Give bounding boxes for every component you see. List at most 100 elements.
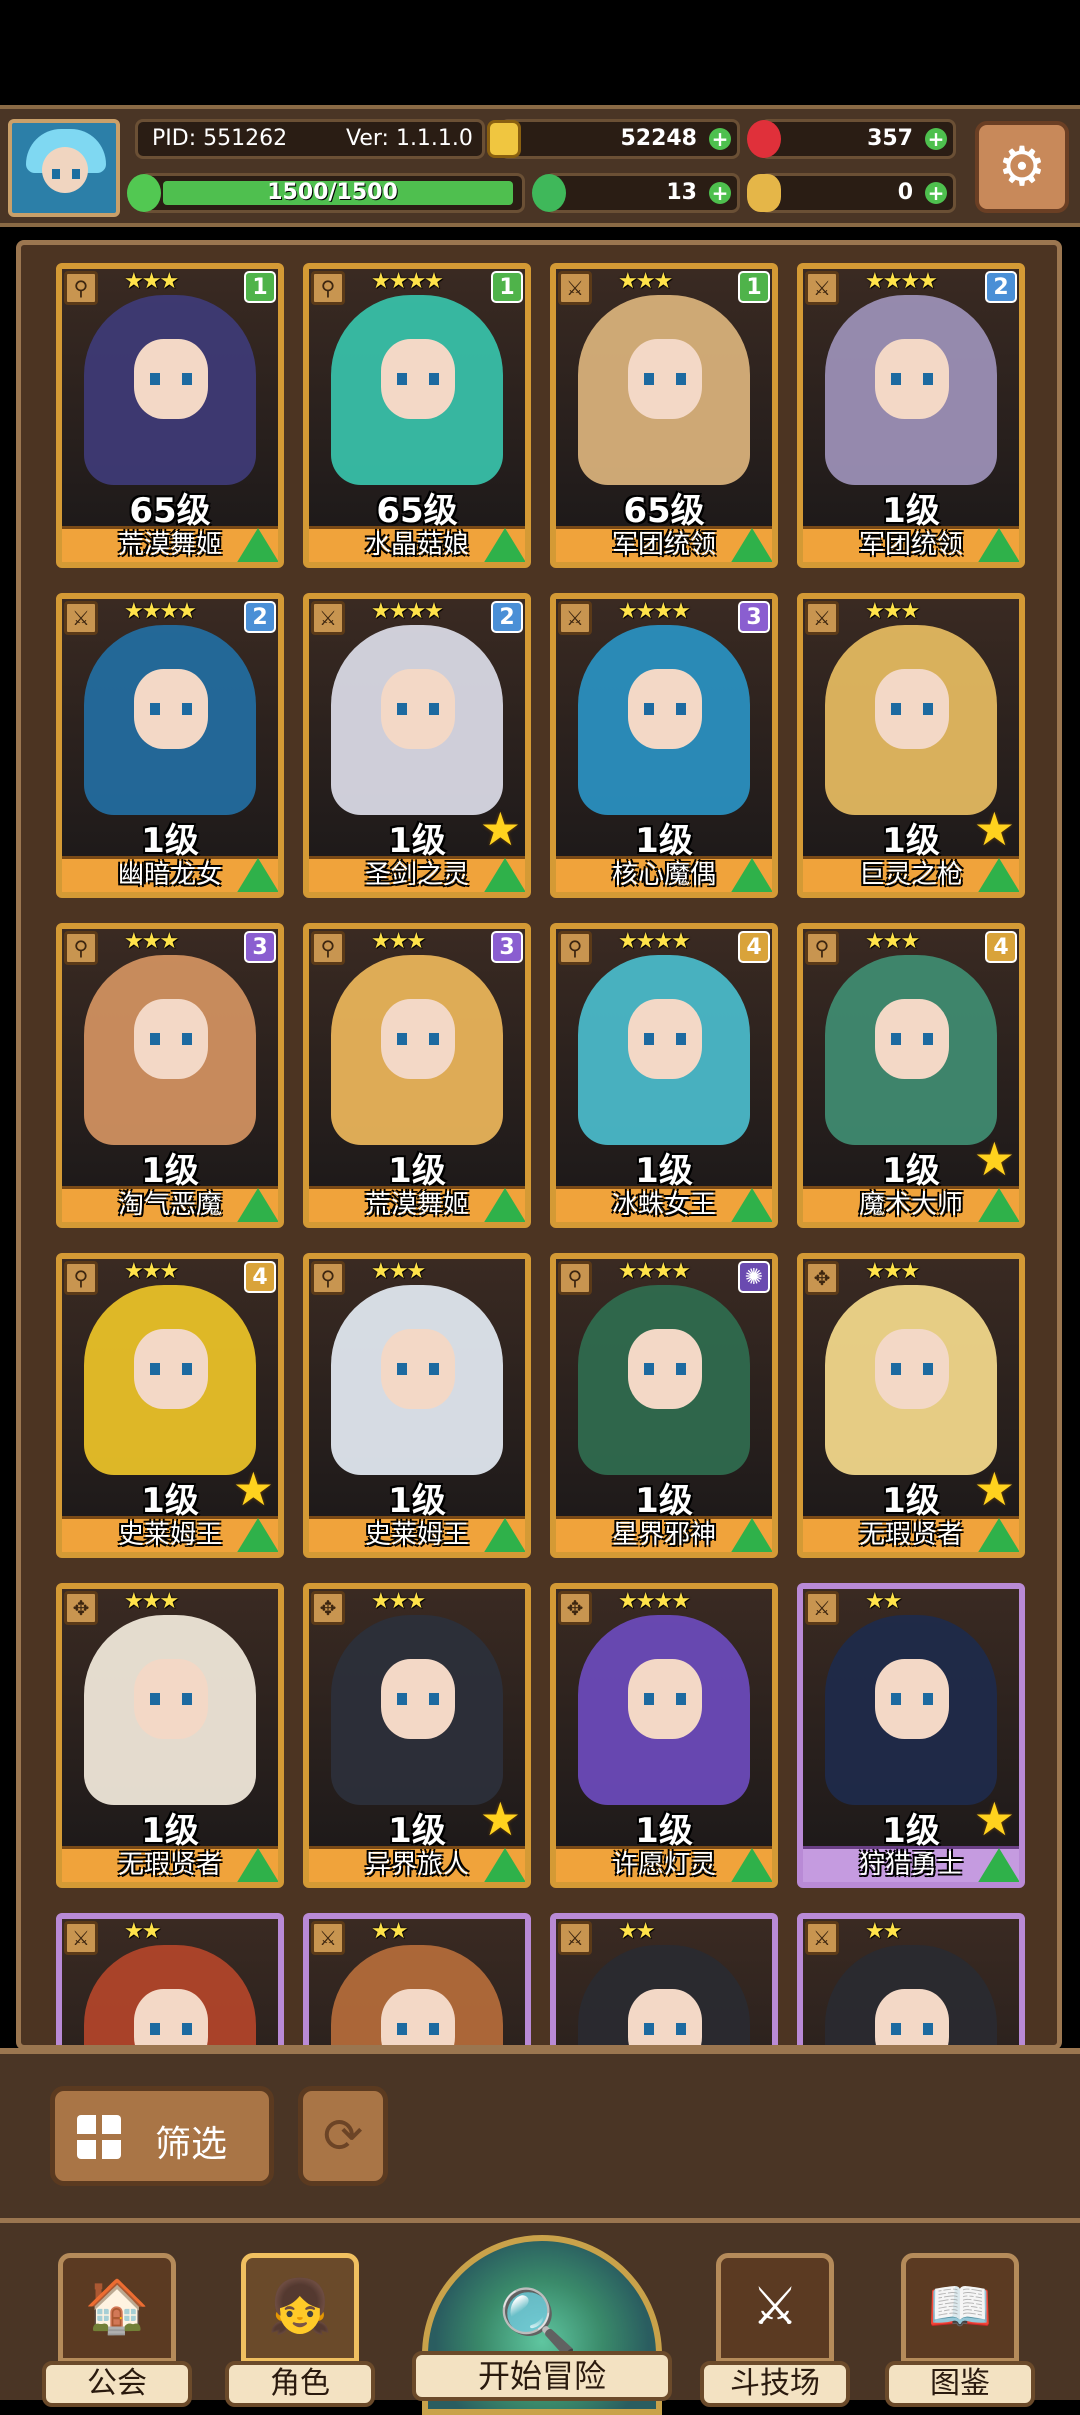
player-info-pill: PID: 551262 Ver: 1.1.1.0 (135, 119, 485, 159)
character-card[interactable]: ⚔ ★★ 1级 ★ 狩猎勇士 (797, 1583, 1025, 1888)
portrait-eye (397, 373, 407, 385)
character-card[interactable]: ✥ ★★★★ 1级 许愿灯灵 (550, 1583, 778, 1888)
guild-house-icon: 🏠 (84, 2277, 150, 2337)
avatar-eye (72, 169, 80, 179)
rarity-stars: ★★★ (124, 269, 179, 294)
character-card[interactable]: ⚲ ★★★ 3 1级 淘气恶魔 (56, 923, 284, 1228)
character-girl-icon: 👧 (267, 2277, 333, 2337)
rank-badge: ✺ (738, 1261, 770, 1293)
portrait-eye (397, 1693, 407, 1705)
character-card[interactable]: ⚲ ★★★★ 4 1级 冰蛛女王 (550, 923, 778, 1228)
character-card[interactable]: ⚲ ★★★★ ✺ 1级 星界邪神 (550, 1253, 778, 1558)
portrait-face (134, 339, 208, 419)
add-gem-button[interactable]: + (925, 128, 947, 150)
add-key-button[interactable]: + (925, 182, 947, 204)
rarity-stars: ★★★ (124, 1259, 179, 1284)
upgrade-arrow-icon (483, 858, 525, 892)
nav-arena[interactable]: ⚔ 斗技场 (700, 2253, 850, 2407)
character-card[interactable]: ⚔ ★★ (550, 1913, 778, 2045)
energy-value: 1500/1500 (267, 180, 398, 205)
rank-badge: 1 (738, 271, 770, 303)
rarity-stars: ★★★★ (618, 1589, 691, 1614)
filter-button[interactable]: 筛选 (50, 2086, 274, 2186)
nav-start-adventure[interactable]: 🔍 开始冒险 (412, 2223, 672, 2415)
rarity-stars: ★★ (124, 1919, 161, 1944)
character-card[interactable]: ⚲ ★★★ 3 1级 荒漠舞姬 (303, 923, 531, 1228)
staff-icon: ⚲ (558, 931, 592, 965)
gear-icon: ⚙ (997, 135, 1047, 198)
upgrade-arrow-icon (730, 858, 772, 892)
character-level: 1级 (141, 1811, 199, 1851)
player-avatar[interactable] (8, 119, 120, 217)
upgrade-arrow-icon (730, 1188, 772, 1222)
portrait-eye (644, 373, 654, 385)
rank-badge: 2 (985, 271, 1017, 303)
add-gold-button[interactable]: + (709, 128, 731, 150)
grid-controls: 筛选 ⟳ (0, 2048, 1080, 2218)
character-card[interactable]: ⚔ ★★★★ 3 1级 核心魔偶 (550, 593, 778, 898)
portrait-eye (923, 373, 933, 385)
portrait-eye (150, 1363, 160, 1375)
character-card[interactable]: ⚔ ★★ (56, 1913, 284, 2045)
upgrade-arrow-icon (483, 1188, 525, 1222)
grid-icon (77, 2115, 121, 2159)
portrait-eye (150, 2023, 160, 2035)
character-card[interactable]: ⚔ ★★★★ 2 1级 幽暗龙女 (56, 593, 284, 898)
staff-icon: ⚲ (64, 271, 98, 305)
add-clover-button[interactable]: + (709, 182, 731, 204)
character-card[interactable]: ⚔ ★★ (797, 1913, 1025, 2045)
character-card[interactable]: ⚲ ★★★ 1 65级 荒漠舞姬 (56, 263, 284, 568)
portrait-face (628, 339, 702, 419)
character-card[interactable]: ⚲ ★★★ 4 1级 ★ 史莱姆王 (56, 1253, 284, 1558)
rank-badge: 2 (244, 601, 276, 633)
settings-button[interactable]: ⚙ (975, 121, 1069, 213)
awaken-star-icon: ★ (973, 802, 1015, 856)
portrait-face (381, 669, 455, 749)
nav-character-label: 角色 (225, 2361, 375, 2407)
resource-header: PID: 551262 Ver: 1.1.1.0 52248 + 357 + 1… (0, 105, 1080, 227)
character-card[interactable]: ⚔ ★★ (303, 1913, 531, 2045)
nav-codex[interactable]: 📖 图鉴 (885, 2253, 1035, 2407)
character-level: 1级 (141, 1151, 199, 1191)
upgrade-arrow-icon (977, 858, 1019, 892)
character-card[interactable]: ⚔ ★★★ 1级 ★ 巨灵之枪 (797, 593, 1025, 898)
rarity-stars: ★★★★ (124, 599, 197, 624)
portrait-eye (429, 2023, 439, 2035)
character-card[interactable]: ✥ ★★★ 1级 无瑕贤者 (56, 1583, 284, 1888)
awaken-star-icon: ★ (973, 1462, 1015, 1516)
portrait-eye (891, 373, 901, 385)
nav-guild[interactable]: 🏠 公会 (42, 2253, 192, 2407)
portrait-eye (891, 1033, 901, 1045)
sword-icon: ⚔ (311, 601, 345, 635)
portrait-eye (150, 373, 160, 385)
character-card[interactable]: ⚲ ★★★ 1级 史莱姆王 (303, 1253, 531, 1558)
portrait-face (134, 669, 208, 749)
clover-icon (532, 174, 566, 212)
clover-counter: 13 + (532, 173, 740, 213)
character-card[interactable]: ⚲ ★★★★ 1 65级 水晶菇娘 (303, 263, 531, 568)
rarity-stars: ★★★★ (371, 269, 444, 294)
character-card[interactable]: ✥ ★★★ 1级 ★ 异界旅人 (303, 1583, 531, 1888)
staff-icon: ⚲ (805, 931, 839, 965)
rarity-stars: ★★★★ (618, 929, 691, 954)
portrait-face (875, 999, 949, 1079)
portrait-eye (891, 703, 901, 715)
sword-icon: ⚔ (558, 601, 592, 635)
magnifier-icon: 🔍 (498, 2286, 578, 2360)
character-card[interactable]: ⚔ ★★★★ 2 1级 ★ 圣剑之灵 (303, 593, 531, 898)
character-card[interactable]: ⚔ ★★★ 1 65级 军团统领 (550, 263, 778, 568)
character-card[interactable]: ⚔ ★★★★ 2 1级 军团统领 (797, 263, 1025, 568)
portrait-eye (182, 1033, 192, 1045)
sort-refresh-button[interactable]: ⟳ (298, 2086, 388, 2186)
character-card[interactable]: ⚲ ★★★ 4 1级 ★ 魔术大师 (797, 923, 1025, 1228)
rarity-stars: ★★★ (865, 929, 920, 954)
character-card[interactable]: ✥ ★★★ 1级 ★ 无瑕贤者 (797, 1253, 1025, 1558)
portrait-eye (397, 2023, 407, 2035)
portrait-eye (676, 1693, 686, 1705)
portrait-eye (429, 1693, 439, 1705)
awaken-star-icon: ★ (479, 802, 521, 856)
player-id: PID: 551262 (152, 126, 288, 151)
portrait-eye (182, 1363, 192, 1375)
nav-character[interactable]: 👧 角色 (225, 2253, 375, 2407)
portrait-eye (923, 1363, 933, 1375)
